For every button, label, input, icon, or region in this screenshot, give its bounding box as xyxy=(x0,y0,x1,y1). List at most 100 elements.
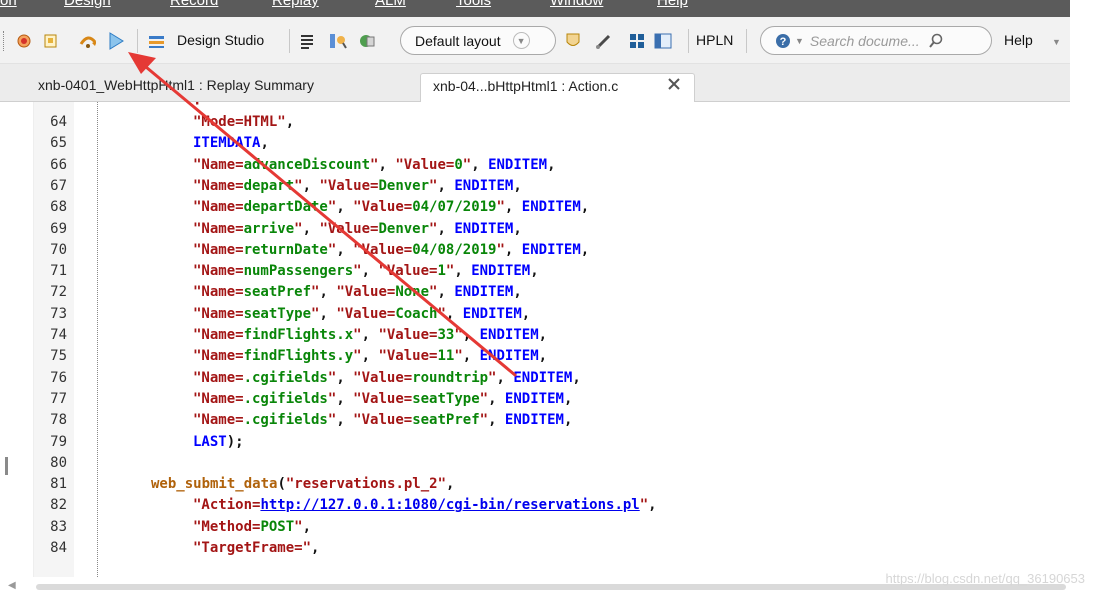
line-number: 81 xyxy=(50,476,67,493)
toolbar-separator xyxy=(137,29,138,53)
grid-icon[interactable] xyxy=(628,32,646,50)
help-chevron-icon[interactable]: ▼ xyxy=(1052,37,1061,47)
code-line[interactable]: 74 "Name=findFlights.x", "Value=33", ENDI… xyxy=(0,325,1070,346)
code-line[interactable]: 72 "Name=seatPref", "Value=None", ENDITEM… xyxy=(0,282,1070,303)
menu-item-tools[interactable]: Tools xyxy=(456,0,491,9)
code-text: "Name=findFlights.y", "Value=11", ENDITE… xyxy=(193,348,548,365)
code-text: ITEMDATA, xyxy=(193,135,269,152)
search-icon[interactable] xyxy=(928,33,944,49)
menu-item-window[interactable]: Window xyxy=(550,0,603,9)
line-number: 80 xyxy=(50,454,67,471)
menu-item-design[interactable]: Design xyxy=(64,0,111,9)
line-number: 70 xyxy=(50,241,67,258)
menu-item-help[interactable]: Help xyxy=(657,0,688,9)
code-text: "Name=depart", "Value=Denver", ENDITEM, xyxy=(193,177,522,194)
help-button[interactable]: Help xyxy=(1004,32,1033,48)
search-scope-chevron-icon[interactable]: ▼ xyxy=(795,36,804,46)
scroll-left-icon[interactable]: ◀ xyxy=(8,580,16,591)
snapshot-icon[interactable] xyxy=(42,32,60,50)
code-line[interactable]: 82 "Action=http://127.0.0.1:1080/cgi-bin/… xyxy=(0,495,1070,516)
code-text: "Name=advanceDiscount", "Value=0", ENDIT… xyxy=(193,156,556,173)
tab-label: xnb-0401_WebHttpHtml1 : Replay Summary xyxy=(38,77,314,93)
help-circle-icon: ? xyxy=(776,33,790,48)
search-box[interactable]: ? ▼ Search docume... xyxy=(760,26,992,55)
line-number: 75 xyxy=(50,348,67,365)
toolbar: Design Studio Default layout ▼ HPLN ? ▼ … xyxy=(0,17,1070,64)
code-line[interactable]: 69 "Name=arrive", "Value=Denver", ENDITEM… xyxy=(0,219,1070,240)
code-line[interactable]: 64 "Mode=HTML", xyxy=(0,112,1070,133)
tab-replay-summary[interactable]: xnb-0401_WebHttpHtml1 : Replay Summary xyxy=(10,73,410,102)
replay-icon[interactable] xyxy=(107,32,125,50)
code-line[interactable]: 65 ITEMDATA, xyxy=(0,133,1070,154)
code-text: web_submit_data("reservations.pl_2", xyxy=(151,476,455,493)
line-number: 68 xyxy=(50,199,67,216)
code-line[interactable]: 67 "Name=depart", "Value=Denver", ENDITEM… xyxy=(0,176,1070,197)
tab-action-c[interactable]: xnb-04...bHttpHtml1 : Action.c xyxy=(420,73,695,102)
menu-item-alm[interactable]: ALM xyxy=(375,0,406,9)
menu-item-record[interactable]: Record xyxy=(170,0,218,9)
line-number: 76 xyxy=(50,369,67,386)
line-number: 74 xyxy=(50,327,67,343)
code-line[interactable]: 81 web_submit_data("reservations.pl_2", xyxy=(0,474,1070,495)
code-text: "Name=numPassengers", "Value=1", ENDITEM… xyxy=(193,263,539,280)
menu-item-replay[interactable]: Replay xyxy=(272,0,319,9)
shield-icon[interactable] xyxy=(564,32,582,50)
line-number: 67 xyxy=(50,177,67,194)
code-text: "Name=arrive", "Value=Denver", ENDITEM, xyxy=(193,220,522,237)
search-input[interactable]: Search docume... xyxy=(810,33,920,49)
close-icon[interactable] xyxy=(667,77,681,94)
document-tabs: xnb-0401_WebHttpHtml1 : Replay Summary x… xyxy=(0,64,1070,102)
script-view-icon[interactable] xyxy=(298,32,316,50)
code-text: "Name=.cgifields", "Value=seatPref", END… xyxy=(193,412,573,429)
tab-label: xnb-04...bHttpHtml1 : Action.c xyxy=(433,78,619,94)
line-number: 71 xyxy=(50,263,67,280)
toolbar-separator xyxy=(289,29,290,53)
brush-icon[interactable] xyxy=(595,32,613,50)
code-line[interactable]: 77 "Name=.cgifields", "Value=seatType", E… xyxy=(0,389,1070,410)
code-text: "Name=seatType", "Value=Coach", ENDITEM, xyxy=(193,305,531,322)
code-text: "Method=POST", xyxy=(193,518,312,535)
code-text: LAST); xyxy=(193,433,244,450)
toolbar-grip[interactable] xyxy=(3,31,5,51)
toolbar-separator xyxy=(746,29,747,53)
code-editor[interactable]: 64 "Mode=HTML", 65 ITEMDATA, 66 "Name=advance… xyxy=(0,96,1070,577)
toolbar-separator xyxy=(688,29,689,53)
layout-dropdown[interactable]: Default layout ▼ xyxy=(400,26,556,55)
code-line[interactable]: 84 "TargetFrame=", xyxy=(0,538,1070,559)
thumbnail-icon[interactable] xyxy=(358,32,376,50)
code-line[interactable]: 68 "Name=departDate", "Value=04/07/2019",… xyxy=(0,197,1070,218)
code-line[interactable]: 75 "Name=findFlights.y", "Value=11", ENDI… xyxy=(0,346,1070,367)
code-text: "TargetFrame=", xyxy=(193,540,320,556)
line-number: 78 xyxy=(50,412,67,429)
line-number: 72 xyxy=(50,284,67,301)
code-line[interactable]: 78 "Name=.cgifields", "Value=seatPref", E… xyxy=(0,410,1070,431)
code-line[interactable]: 83 "Method=POST", xyxy=(0,517,1070,538)
line-number: 73 xyxy=(50,305,67,322)
code-text: "Name=departDate", "Value=04/07/2019", E… xyxy=(193,199,590,216)
line-number: 84 xyxy=(50,540,67,556)
layout-panel-icon[interactable] xyxy=(654,32,672,50)
code-text: "Name=seatPref", "Value=None", ENDITEM, xyxy=(193,284,522,301)
line-number: 65 xyxy=(50,135,67,152)
record-icon[interactable] xyxy=(15,32,33,50)
code-text: "Name=.cgifields", "Value=seatType", END… xyxy=(193,390,573,407)
line-number: 82 xyxy=(50,497,67,514)
svg-text:?: ? xyxy=(780,36,787,48)
chevron-down-icon: ▼ xyxy=(512,32,530,49)
step-over-icon[interactable] xyxy=(78,32,96,50)
tree-view-icon[interactable] xyxy=(329,32,347,50)
code-line[interactable]: 73 "Name=seatType", "Value=Coach", ENDITE… xyxy=(0,304,1070,325)
design-studio-icon[interactable] xyxy=(148,32,166,50)
code-line[interactable]: 76 "Name=.cgifields", "Value=roundtrip", … xyxy=(0,368,1070,389)
code-line[interactable]: 70 "Name=returnDate", "Value=04/08/2019",… xyxy=(0,240,1070,261)
menu-item-0[interactable]: on xyxy=(0,0,17,9)
code-text: "Name=findFlights.x", "Value=33", ENDITE… xyxy=(193,327,548,343)
code-text: "Mode=HTML", xyxy=(193,114,295,130)
code-line[interactable]: 71 "Name=numPassengers", "Value=1", ENDIT… xyxy=(0,261,1070,282)
design-studio-button[interactable]: Design Studio xyxy=(177,32,264,48)
code-line[interactable]: 80 xyxy=(0,453,1070,474)
hpln-button[interactable]: HPLN xyxy=(696,32,733,48)
code-line[interactable]: 66 "Name=advanceDiscount", "Value=0", END… xyxy=(0,155,1070,176)
code-line[interactable]: 79 LAST); xyxy=(0,432,1070,453)
code-text: "Action=http://127.0.0.1:1080/cgi-bin/re… xyxy=(193,497,657,514)
